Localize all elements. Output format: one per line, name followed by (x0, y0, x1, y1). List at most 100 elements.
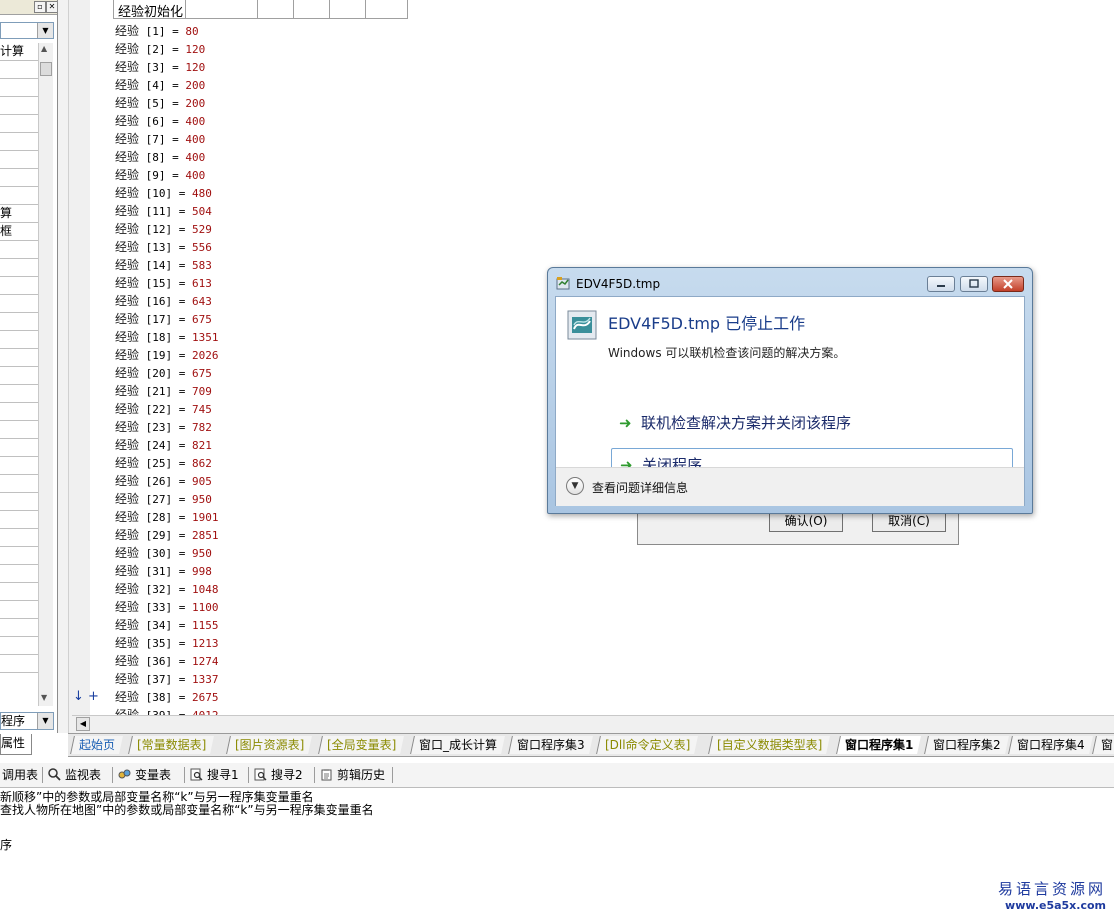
toolbar-button[interactable]: 剪辑历史 (320, 766, 385, 784)
panel-restore-icon[interactable]: ▫ (34, 1, 46, 13)
code-line[interactable]: 经验 [19] = 2026 (115, 346, 219, 364)
code-line[interactable]: 经验 [23] = 782 (115, 418, 212, 436)
tab-item[interactable]: 窗口程序集3 (508, 736, 593, 754)
code-line[interactable]: 经验 [32] = 1048 (115, 580, 219, 598)
tab-item[interactable]: 窗口_成长计算 (410, 736, 505, 754)
property-row[interactable] (0, 475, 38, 493)
property-row[interactable] (0, 277, 38, 295)
property-row[interactable] (0, 637, 38, 655)
code-line[interactable]: 经验 [9] = 400 (115, 166, 205, 184)
code-line[interactable]: 经验 [16] = 643 (115, 292, 212, 310)
chevron-down-icon[interactable]: ▼ (566, 477, 584, 495)
scroll-thumb[interactable] (40, 62, 52, 76)
property-row[interactable] (0, 385, 38, 403)
maximize-icon[interactable] (960, 276, 988, 292)
tab-item[interactable]: [Dll命令定义表] (596, 736, 699, 754)
property-row[interactable] (0, 367, 38, 385)
property-row[interactable] (0, 187, 38, 205)
property-row[interactable] (0, 547, 38, 565)
property-row[interactable] (0, 61, 38, 79)
code-line[interactable]: 经验 [37] = 1337 (115, 670, 219, 688)
tab-item[interactable]: [常量数据表] (128, 736, 215, 754)
property-row[interactable] (0, 259, 38, 277)
code-line[interactable]: 经验 [21] = 709 (115, 382, 212, 400)
code-line[interactable]: 经验 [22] = 745 (115, 400, 212, 418)
tab-item[interactable]: 窗口程序集2 (924, 736, 1009, 754)
code-line[interactable]: 经验 [7] = 400 (115, 130, 205, 148)
code-line[interactable]: 经验 [35] = 1213 (115, 634, 219, 652)
scroll-up-icon[interactable]: ▲ (41, 44, 47, 53)
code-line[interactable]: 经验 [11] = 504 (115, 202, 212, 220)
property-row[interactable]: 计算 (0, 43, 38, 61)
scroll-down-icon[interactable]: ▼ (41, 693, 47, 702)
code-line[interactable]: 经验 [10] = 480 (115, 184, 212, 202)
property-row[interactable] (0, 421, 38, 439)
property-row[interactable] (0, 457, 38, 475)
code-line[interactable]: 经验 [28] = 1901 (115, 508, 219, 526)
code-line[interactable]: 经验 [8] = 400 (115, 148, 205, 166)
code-line[interactable]: 经验 [12] = 529 (115, 220, 212, 238)
property-row[interactable] (0, 601, 38, 619)
code-line[interactable]: 经验 [30] = 950 (115, 544, 212, 562)
tab-item[interactable]: [图片资源表] (226, 736, 313, 754)
tab-item[interactable]: [自定义数据类型表] (708, 736, 831, 754)
minimize-icon[interactable] (927, 276, 955, 292)
code-line[interactable]: 经验 [14] = 583 (115, 256, 212, 274)
code-line[interactable]: 经验 [4] = 200 (115, 76, 205, 94)
toolbar-button[interactable]: 搜寻1 (190, 766, 239, 784)
property-scrollbar[interactable]: ▲ ▼ (38, 43, 53, 706)
toolbar-button[interactable]: 监视表 (48, 766, 101, 784)
code-line[interactable]: 经验 [15] = 613 (115, 274, 212, 292)
property-row[interactable] (0, 241, 38, 259)
property-row[interactable] (0, 331, 38, 349)
property-row[interactable] (0, 115, 38, 133)
property-row[interactable] (0, 133, 38, 151)
property-row[interactable] (0, 619, 38, 637)
close-icon[interactable] (992, 276, 1024, 292)
property-row[interactable]: 框 (0, 223, 38, 241)
property-row[interactable]: 算 (0, 205, 38, 223)
property-row[interactable] (0, 169, 38, 187)
code-line[interactable]: 经验 [3] = 120 (115, 58, 205, 76)
code-line[interactable]: 经验 [34] = 1155 (115, 616, 219, 634)
property-row[interactable] (0, 565, 38, 583)
code-line[interactable]: 经验 [29] = 2851 (115, 526, 219, 544)
property-row[interactable] (0, 349, 38, 367)
code-line[interactable]: 经验 [2] = 120 (115, 40, 205, 58)
toolbar-button[interactable]: 搜寻2 (254, 766, 303, 784)
gutter-markers[interactable]: ↓ + (73, 689, 99, 704)
tab-item[interactable]: 起始页 (70, 736, 123, 754)
property-row[interactable] (0, 295, 38, 313)
chevron-down-icon[interactable]: ▼ (37, 23, 53, 38)
tab-item[interactable]: 窗口程序集1 (836, 736, 922, 754)
code-line[interactable]: 经验 [25] = 862 (115, 454, 212, 472)
property-row[interactable] (0, 655, 38, 673)
view-details-link[interactable]: 查看问题详细信息 (592, 479, 688, 496)
tab-item[interactable]: [全局变量表] (318, 736, 405, 754)
code-line[interactable]: 经验 [6] = 400 (115, 112, 205, 130)
code-line[interactable]: 经验 [18] = 1351 (115, 328, 219, 346)
code-line[interactable]: 经验 [27] = 950 (115, 490, 212, 508)
subroutine-name[interactable]: 经验初始化 (118, 1, 183, 20)
tab-item[interactable]: 窗口 (1092, 736, 1114, 754)
property-row[interactable] (0, 511, 38, 529)
code-line[interactable]: 经验 [36] = 1274 (115, 652, 219, 670)
tab-properties[interactable]: 属性 (0, 734, 32, 755)
toolbar-button[interactable]: 变量表 (118, 766, 171, 784)
program-combo[interactable]: 程序 ▼ (0, 712, 54, 730)
code-line[interactable]: 经验 [26] = 905 (115, 472, 212, 490)
property-row[interactable] (0, 151, 38, 169)
code-line[interactable]: 经验 [17] = 675 (115, 310, 212, 328)
chevron-down-icon[interactable]: ▼ (37, 713, 53, 729)
property-row[interactable] (0, 583, 38, 601)
property-row[interactable] (0, 529, 38, 547)
code-line[interactable]: 经验 [1] = 80 (115, 22, 199, 40)
code-line[interactable]: 经验 [38] = 2675 (115, 688, 219, 706)
property-row[interactable] (0, 493, 38, 511)
property-row[interactable] (0, 79, 38, 97)
object-combo[interactable]: ▼ (0, 22, 54, 39)
toolbar-button[interactable]: 调用表 (2, 766, 38, 784)
panel-close-icon[interactable]: ✕ (46, 1, 57, 13)
code-line[interactable]: 经验 [31] = 998 (115, 562, 212, 580)
code-line[interactable]: 经验 [33] = 1100 (115, 598, 219, 616)
